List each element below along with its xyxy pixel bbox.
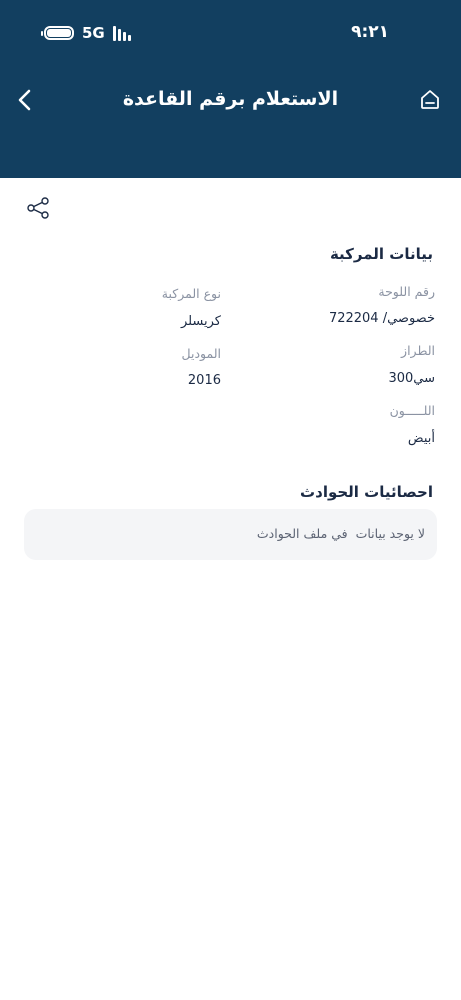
plate-value: خصوصي/ 722204 xyxy=(328,311,435,326)
vehicle-type-value: كريسلر xyxy=(180,314,221,329)
accidents-empty-card: لا يوجد بيانات في ملف الحوادث xyxy=(24,509,437,560)
accidents-empty-message: لا يوجد بيانات في ملف الحوادث xyxy=(256,526,425,541)
color-value: أبيض xyxy=(407,431,435,446)
home-icon[interactable] xyxy=(419,88,441,110)
model-label: الطراز xyxy=(401,343,435,358)
share-icon[interactable] xyxy=(26,196,50,220)
signal-icon xyxy=(112,25,131,41)
vehicle-section-title: بيانات المركبة xyxy=(329,245,433,263)
accidents-section-title: احصائيات الحوادث xyxy=(300,483,433,501)
status-time: ٩:٢١ xyxy=(351,22,389,42)
color-label: اللـــــون xyxy=(389,403,435,418)
model-value: سي300 xyxy=(388,371,435,386)
year-value: 2016 xyxy=(187,373,221,388)
battery-icon xyxy=(41,26,74,40)
app-header: 5G ٩:٢١ الاستعلام برقم القاعدة xyxy=(0,0,461,178)
year-label: الموديل xyxy=(181,346,221,361)
plate-label: رقم اللوحة xyxy=(378,284,435,299)
network-type: 5G xyxy=(82,24,105,42)
page-title: الاستعلام برقم القاعدة xyxy=(122,88,339,110)
status-indicators: 5G xyxy=(41,24,131,42)
vehicle-type-label: نوع المركبة xyxy=(161,286,221,301)
